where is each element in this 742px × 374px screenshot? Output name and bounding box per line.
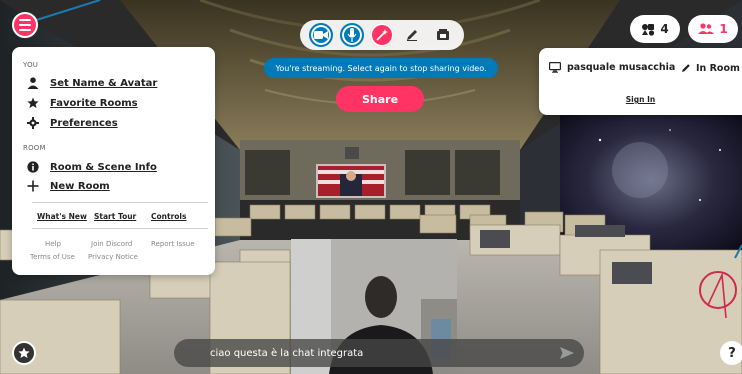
people-count: 1 [719,22,728,36]
menu-item-label: New Room [50,180,110,192]
section-you-label: YOU [23,61,39,69]
microphone-toggle-button[interactable] [339,23,364,47]
menu-item-label: Room & Scene Info [50,161,157,173]
help-button[interactable]: ? [720,341,742,365]
link-report-issue[interactable]: Report Issue [151,240,195,248]
sign-in-link[interactable]: Sign In [539,95,742,104]
main-menu-panel: YOU Set Name & Avatar Favorite Rooms Pre… [12,47,215,275]
camera-snapshot-button[interactable] [431,23,455,47]
objects-count-button[interactable]: 4 [630,15,680,43]
menu-item-new-room[interactable]: New Room [26,179,110,193]
microphone-icon [347,28,357,42]
menu-line [19,29,31,31]
menu-line [19,24,31,26]
magic-wand-icon [376,29,388,41]
favorite-button[interactable] [12,341,36,365]
info-icon [26,160,40,174]
link-join-discord[interactable]: Join Discord [91,240,132,248]
menu-item-label: Preferences [50,117,118,129]
username: pasquale musacchia [567,62,676,73]
presence-status: In Room [696,63,740,74]
pencil-icon [407,30,418,41]
media-toolbar [300,20,464,50]
profile-name-row: pasquale musacchia [549,62,691,73]
link-help[interactable]: Help [45,240,61,248]
objects-count: 4 [660,22,669,36]
link-privacy-notice[interactable]: Privacy Notice [88,253,138,261]
chat-input-text[interactable]: ciao questa è la chat integrata [210,348,363,359]
spawn-object-button[interactable] [369,23,394,47]
chat-bar[interactable]: ciao questa è la chat integrata [174,339,584,367]
link-start-tour[interactable]: Start Tour [94,212,136,221]
menu-item-room-scene-info[interactable]: Room & Scene Info [26,160,157,174]
menu-item-preferences[interactable]: Preferences [26,116,118,130]
menu-item-favorite-rooms[interactable]: Favorite Rooms [26,96,138,110]
link-whats-new[interactable]: What's New [37,212,87,221]
edit-pencil-icon[interactable] [681,63,691,73]
star-icon [26,96,40,110]
menu-item-set-name-avatar[interactable]: Set Name & Avatar [26,76,157,90]
main-menu-button[interactable] [12,12,38,38]
section-room-label: ROOM [23,144,46,152]
profile-panel: pasquale musacchia In Room Sign In [539,48,742,115]
star-icon [18,347,30,358]
plus-icon [26,179,40,193]
link-controls[interactable]: Controls [151,212,186,221]
send-icon[interactable] [560,346,574,360]
camera-toggle-button[interactable] [309,23,334,47]
link-terms-of-use[interactable]: Terms of Use [30,253,75,261]
monitor-icon [549,62,561,73]
streaming-notice: You're streaming. Select again to stop s… [264,58,498,78]
menu-divider [32,228,208,229]
video-camera-icon [314,31,329,39]
gear-icon [26,116,40,130]
menu-divider [32,202,208,203]
people-icon [698,23,715,34]
share-button[interactable]: Share [336,86,424,112]
menu-item-label: Set Name & Avatar [50,77,158,89]
person-icon [26,76,40,90]
menu-item-label: Favorite Rooms [50,97,138,109]
photo-camera-icon [436,29,449,40]
people-count-button[interactable]: 1 [688,15,738,43]
objects-icon [642,23,655,36]
pen-tool-button[interactable] [400,23,424,47]
menu-line [19,19,31,21]
